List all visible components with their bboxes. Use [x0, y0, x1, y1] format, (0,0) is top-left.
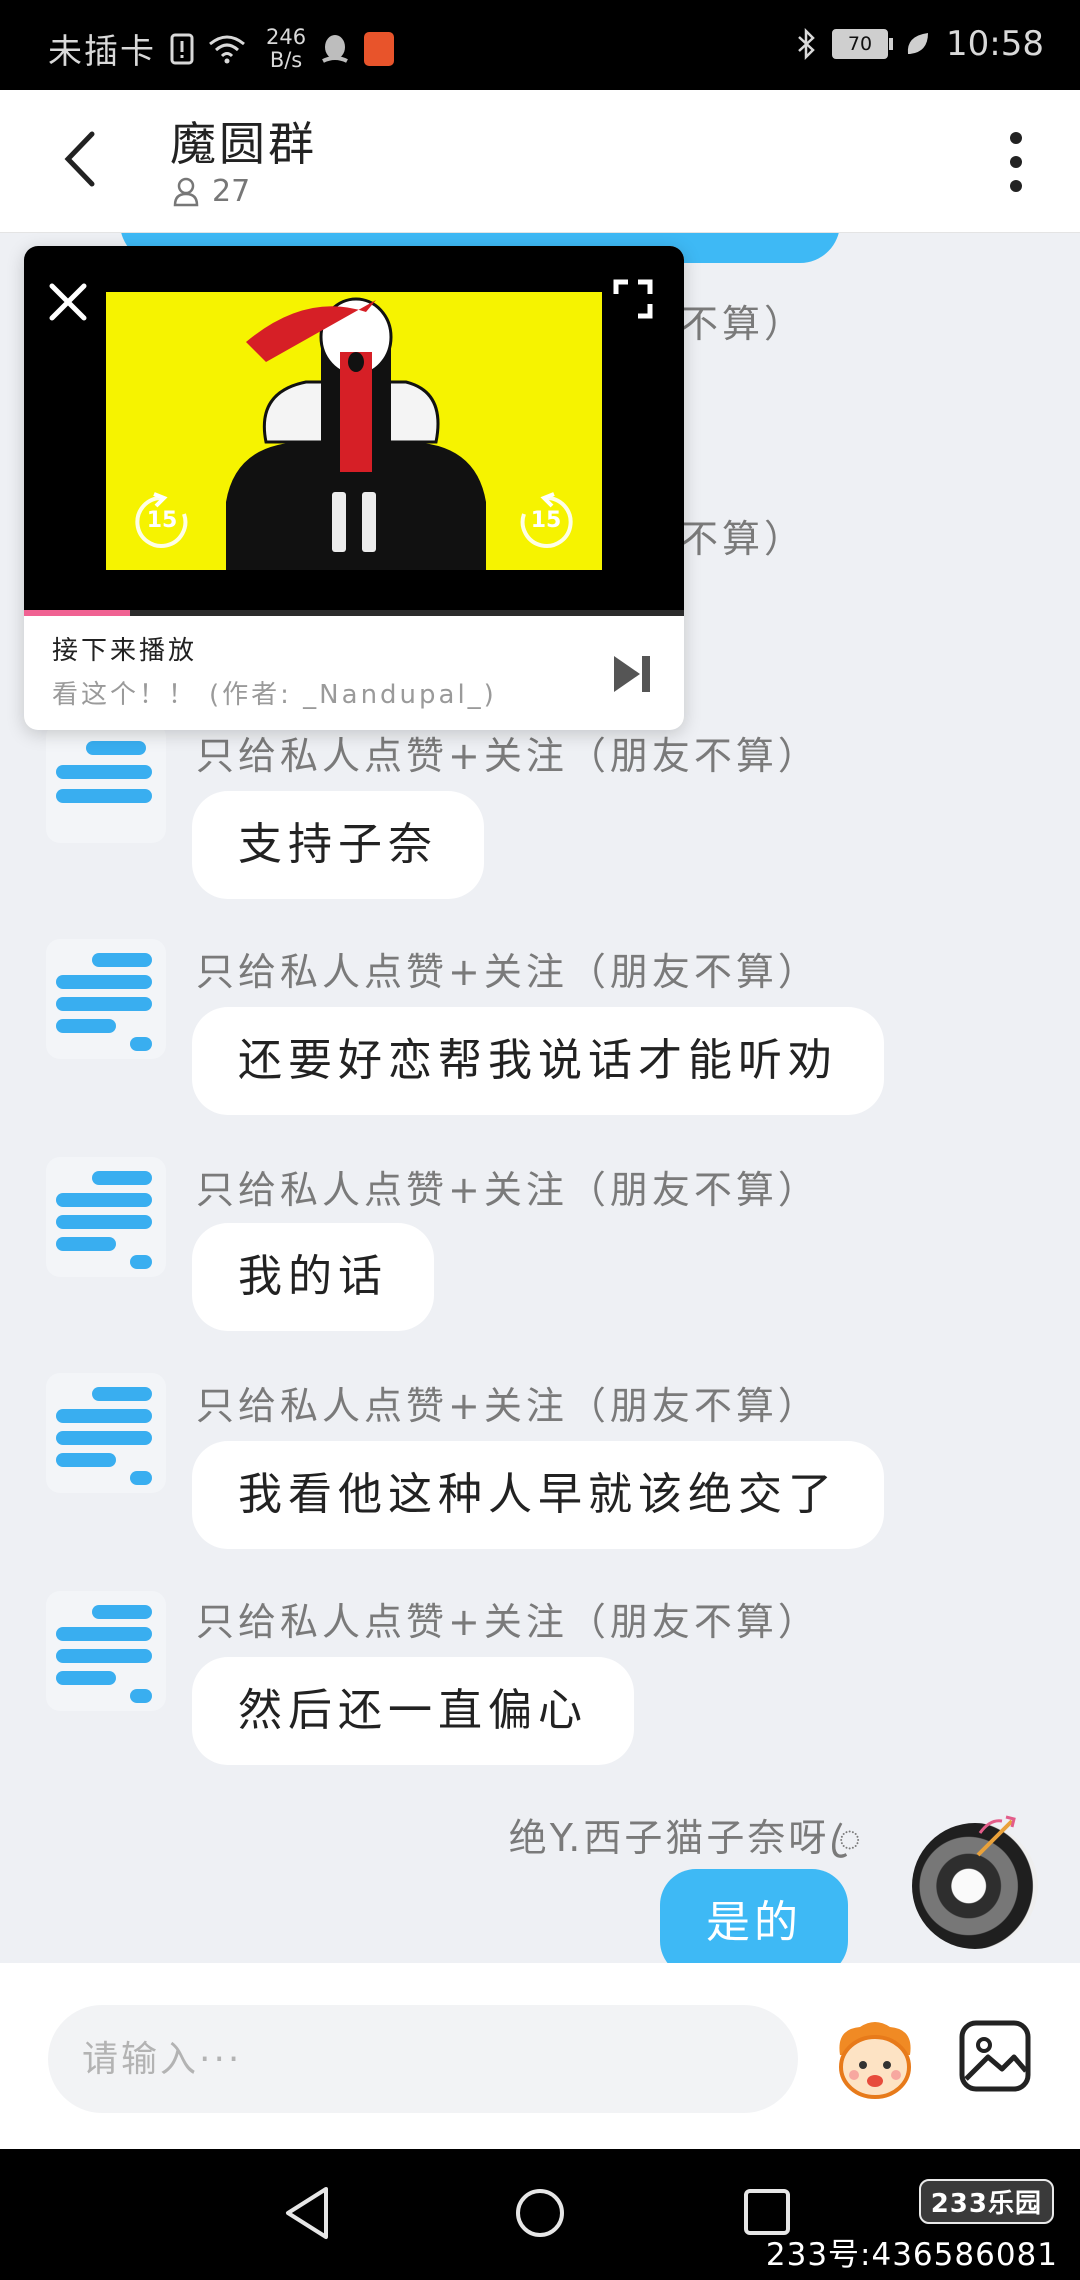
- mini-video-player[interactable]: 15 15 接下来播放 看这个！！ (作者: _Nandupal_): [24, 246, 684, 730]
- chat-header: 魔圆群 27: [0, 90, 1080, 233]
- network-speed: 246 B/s: [266, 24, 307, 72]
- close-icon[interactable]: [46, 280, 90, 324]
- message-input[interactable]: [48, 2005, 798, 2113]
- rewind-15-icon[interactable]: 15: [132, 492, 192, 552]
- message-bubble[interactable]: 支持子奈: [192, 791, 484, 899]
- nav-back-icon[interactable]: [282, 2185, 334, 2241]
- message-nickname: 不算）: [680, 302, 807, 346]
- sim-status-text: 未插卡: [48, 32, 156, 72]
- message-nickname: 只给私人点赞+关注（朋友不算）: [196, 950, 820, 994]
- bow-arrow-icon: [976, 1815, 1016, 1857]
- up-next-credit: (作者: _Nandupal_): [209, 680, 497, 710]
- person-icon: [173, 177, 199, 206]
- video-progress-fill: [24, 610, 130, 616]
- message-bubble[interactable]: 我的话: [192, 1223, 434, 1331]
- message-nickname: 只给私人点赞+关注（朋友不算）: [196, 1600, 820, 1644]
- forward-seconds-label: 15: [530, 508, 562, 533]
- watermark-logo: 233乐园: [918, 2179, 1054, 2224]
- status-bar: 未插卡 246 B/s 70 10:58: [0, 0, 1080, 90]
- battery-icon: 70: [832, 29, 894, 59]
- input-bar: [0, 1963, 1080, 2149]
- sim-alert-icon: [170, 33, 194, 64]
- member-count-row[interactable]: 27: [172, 174, 250, 209]
- emoji-sticker-icon[interactable]: [830, 2019, 920, 2103]
- qq-icon: [322, 34, 348, 63]
- video-surface[interactable]: 15 15: [24, 246, 684, 616]
- avatar[interactable]: [46, 1591, 166, 1711]
- wifi-icon: [209, 35, 245, 63]
- chevron-left-icon[interactable]: [52, 124, 112, 194]
- message-bubble[interactable]: 然后还一直偏心: [192, 1657, 634, 1765]
- avatar[interactable]: [46, 1157, 166, 1277]
- nav-home-icon[interactable]: [514, 2185, 566, 2241]
- up-next-video-title: 看这个！！: [52, 680, 198, 710]
- more-vertical-icon[interactable]: [1004, 130, 1028, 194]
- message-bubble[interactable]: 还要好恋帮我说话才能听劝: [192, 1007, 884, 1115]
- skip-next-icon[interactable]: [610, 652, 654, 696]
- member-count: 27: [212, 174, 251, 209]
- forward-15-icon[interactable]: 15: [516, 492, 576, 552]
- message-nickname: 只给私人点赞+关注（朋友不算）: [196, 734, 820, 778]
- bluetooth-icon: [798, 28, 815, 60]
- avatar[interactable]: [46, 723, 166, 843]
- up-next-title[interactable]: 看这个！！ (作者: _Nandupal_): [52, 674, 497, 711]
- video-progress-bar[interactable]: [24, 610, 684, 616]
- pause-icon[interactable]: [326, 490, 382, 554]
- network-speed-unit: B/s: [269, 47, 303, 72]
- clock: 10:58: [946, 24, 1044, 64]
- watermark-id: 233号:436586081: [765, 2237, 1058, 2273]
- network-speed-value: 246: [266, 24, 307, 49]
- message-nickname: 只给私人点赞+关注（朋友不算）: [196, 1384, 820, 1428]
- up-next-label: 接下来播放: [52, 636, 198, 666]
- message-bubble[interactable]: 我看他这种人早就该绝交了: [192, 1441, 884, 1549]
- leaf-icon: [907, 33, 929, 54]
- message-nickname: 只给私人点赞+关注（朋友不算）: [196, 1168, 820, 1212]
- avatar[interactable]: [46, 939, 166, 1059]
- self-message-bubble[interactable]: 是的: [660, 1869, 848, 1963]
- avatar[interactable]: [46, 1373, 166, 1493]
- group-title: 魔圆群: [170, 117, 317, 171]
- rewind-seconds-label: 15: [146, 508, 178, 533]
- fullscreen-icon[interactable]: [610, 276, 656, 322]
- message-nickname: 不算）: [680, 517, 807, 561]
- image-icon[interactable]: [958, 2019, 1032, 2093]
- app-notification-icon: [364, 31, 395, 66]
- system-nav-bar: 233乐园 233号:436586081: [0, 2149, 1080, 2280]
